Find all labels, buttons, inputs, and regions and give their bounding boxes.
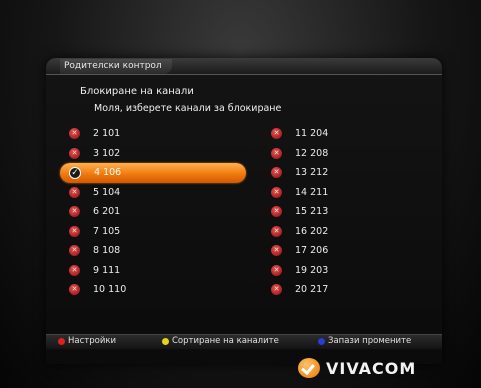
hint-save-changes[interactable]: Запази промените — [318, 336, 411, 346]
channel-item[interactable]: ✕ 3 102 — [60, 144, 246, 164]
blocked-icon: ✕ — [271, 206, 282, 218]
blocked-icon: ✕ — [271, 147, 282, 159]
blocked-icon: ✕ — [69, 206, 80, 218]
channel-item[interactable]: ✕ 17 206 — [262, 241, 422, 261]
channel-item[interactable]: ✕ 14 211 — [262, 183, 422, 203]
instruction-text: Моля, изберете канали за блокиране — [94, 103, 282, 114]
channel-item[interactable]: ✕ 6 201 — [60, 202, 246, 222]
channel-item[interactable]: ✕ 16 202 — [262, 222, 422, 242]
channel-item[interactable]: ✕ 15 213 — [262, 202, 422, 222]
channel-item[interactable]: ✕ 11 204 — [262, 124, 422, 144]
channel-label: 19 203 — [295, 264, 329, 276]
channel-item[interactable]: ✕ 7 105 — [60, 222, 246, 242]
channel-label: 17 206 — [295, 245, 329, 257]
hint-sort-channels[interactable]: Сортиране на каналите — [162, 336, 279, 346]
channel-item[interactable]: ✕ 2 101 — [60, 124, 246, 144]
blocked-icon: ✕ — [271, 167, 282, 179]
channel-list-right: ✕ 11 204 ✕ 12 208 ✕ 13 212 ✕ 14 211 ✕ 15 213 … — [262, 124, 422, 300]
blocked-icon: ✕ — [271, 264, 282, 276]
channel-label: 2 101 — [93, 128, 121, 140]
blocked-icon: ✕ — [69, 147, 80, 159]
channel-label: 13 212 — [295, 167, 329, 179]
channel-label: 8 108 — [93, 245, 121, 257]
channel-label: 9 111 — [93, 264, 121, 276]
hint-label: Настройки — [68, 336, 117, 346]
channel-label: 6 201 — [93, 206, 121, 218]
channel-item[interactable]: ✕ 8 108 — [60, 241, 246, 261]
channel-label: 16 202 — [295, 225, 329, 237]
channel-item[interactable]: ✕ 10 110 — [60, 280, 246, 300]
blocked-icon: ✕ — [69, 225, 80, 237]
blocked-icon: ✕ — [69, 264, 80, 276]
section-heading: Блокиране на канали — [80, 86, 194, 97]
blocked-icon: ✕ — [271, 128, 282, 140]
channel-label: 20 217 — [295, 284, 329, 296]
blocked-icon: ✕ — [271, 225, 282, 237]
channel-list-left: ✕ 2 101 ✕ 3 102 ✓ 4 106 ✕ 5 104 ✕ 6 201 ✕ 7 10… — [60, 124, 246, 300]
blocked-icon: ✕ — [69, 186, 80, 198]
channel-item[interactable]: ✕ 13 212 — [262, 163, 422, 183]
hint-label: Сортиране на каналите — [172, 336, 279, 346]
blocked-icon: ✕ — [69, 245, 80, 257]
channel-label: 15 213 — [295, 206, 329, 218]
hint-label: Запази промените — [328, 336, 412, 346]
channel-label: 10 110 — [93, 284, 127, 296]
brand-name: VIVACOM — [326, 358, 417, 378]
blocked-icon: ✕ — [271, 186, 282, 198]
channel-label: 12 208 — [295, 147, 329, 159]
channel-label: 5 104 — [93, 186, 121, 198]
blocked-icon: ✕ — [271, 284, 282, 296]
channel-item[interactable]: ✕ 9 111 — [60, 261, 246, 281]
channel-label: 14 211 — [295, 186, 329, 198]
hint-settings[interactable]: Настройки — [58, 336, 116, 346]
vivacom-logo: VIVACOM — [298, 358, 416, 378]
channel-item[interactable]: ✕ 5 104 — [60, 183, 246, 203]
channel-label: 11 204 — [295, 128, 329, 140]
channel-label: 4 106 — [94, 167, 122, 179]
channel-item[interactable]: ✕ 19 203 — [262, 261, 422, 281]
checkmark-logo-icon — [298, 358, 320, 378]
channel-item-selected[interactable]: ✓ 4 106 — [60, 163, 246, 183]
blue-button-icon — [318, 337, 325, 345]
blocked-icon: ✕ — [271, 245, 282, 257]
check-icon: ✓ — [69, 166, 81, 179]
yellow-button-icon — [162, 337, 169, 345]
dialog-title: Родителски контрол — [60, 59, 172, 74]
red-button-icon — [58, 337, 65, 345]
channel-label: 7 105 — [93, 225, 121, 237]
blocked-icon: ✕ — [69, 284, 80, 296]
blocked-icon: ✕ — [69, 128, 80, 140]
channel-label: 3 102 — [93, 147, 121, 159]
channel-item[interactable]: ✕ 12 208 — [262, 144, 422, 164]
channel-item[interactable]: ✕ 20 217 — [262, 280, 422, 300]
